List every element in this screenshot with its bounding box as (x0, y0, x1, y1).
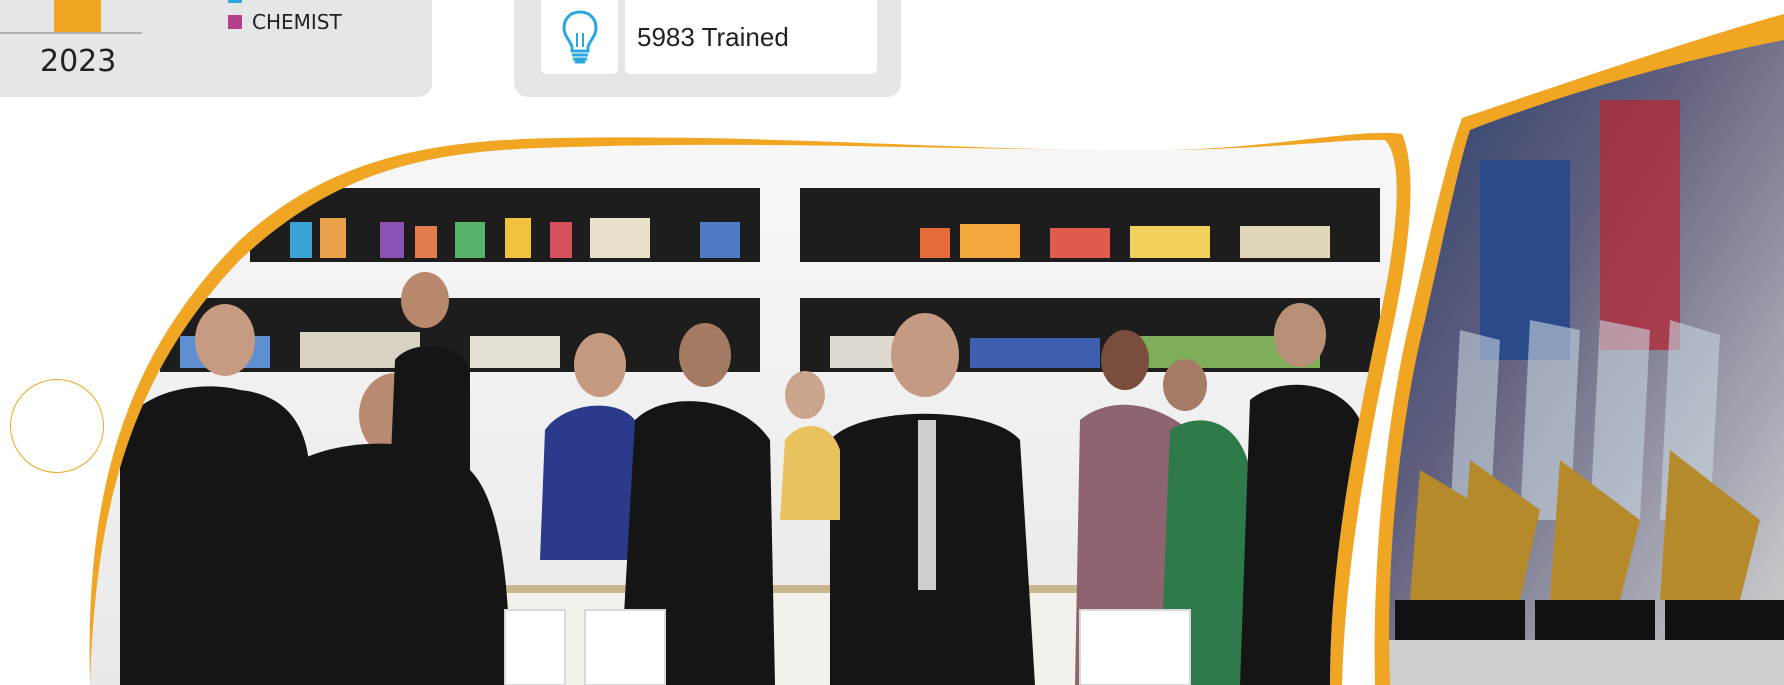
lightbulb-icon (562, 10, 598, 64)
legend-swatch-partial (228, 0, 242, 3)
trained-count-label: 5983 Trained (637, 22, 789, 52)
awards-trophies-photo (1389, 40, 1784, 685)
year-label: 2023 (40, 44, 117, 79)
legend-label-chemist: CHEMIST (252, 10, 342, 34)
deco-circle-left (10, 379, 104, 473)
stat-icon-box (541, 0, 618, 74)
exhibition-booth-photo (90, 140, 1397, 685)
trained-stat-card: 5983 Trained (514, 0, 901, 97)
year-chart-card: 2023 CHEMIST (0, 0, 432, 97)
legend-swatch-chemist (228, 15, 242, 29)
photo-banner (89, 14, 1784, 685)
chart-axis-line (0, 32, 142, 34)
stat-text-box: 5983 Trained (625, 0, 877, 74)
year-bar (54, 0, 101, 34)
